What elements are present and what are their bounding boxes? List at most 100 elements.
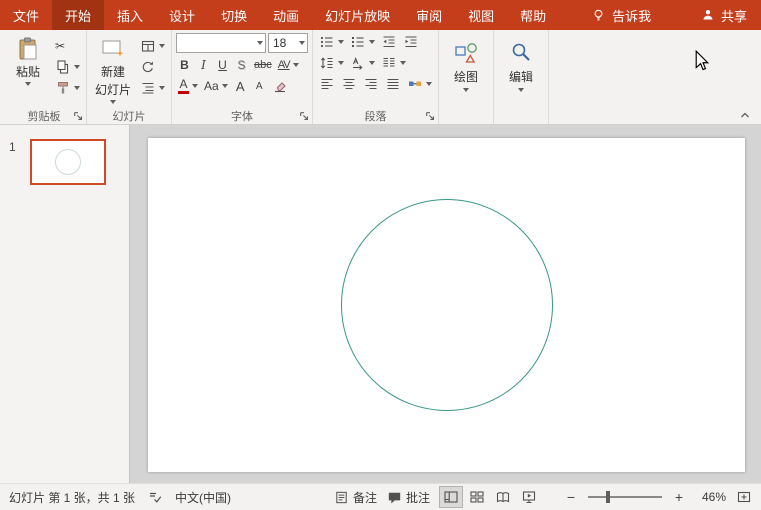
font-color-button[interactable]: A — [176, 77, 200, 95]
chevron-down-icon — [299, 41, 305, 45]
drawing-group: 绘图 — [439, 30, 494, 124]
format-painter-icon — [58, 81, 68, 93]
line-spacing-button[interactable] — [317, 54, 346, 72]
tab-slideshow[interactable]: 幻灯片放映 — [312, 0, 403, 30]
slide-sorter-view-button[interactable] — [466, 487, 488, 507]
tell-me-button[interactable]: 告诉我 — [581, 0, 661, 30]
scissors-icon: ✂ — [55, 38, 66, 53]
tab-label: 动画 — [273, 8, 300, 24]
font-name-combobox[interactable] — [176, 33, 266, 53]
tab-home[interactable]: 开始 — [52, 0, 105, 30]
tab-view[interactable]: 视图 — [455, 0, 507, 30]
font-color-label: A — [179, 76, 188, 91]
normal-view-button[interactable] — [439, 486, 463, 508]
status-bar-right: 备注 批注 − + 46% — [334, 486, 752, 508]
fit-to-window-icon[interactable] — [736, 489, 752, 505]
text-direction-button[interactable] — [348, 54, 377, 72]
decrease-indent-button[interactable] — [379, 33, 399, 51]
strikethrough-button[interactable]: abc — [252, 56, 274, 74]
decrease-font-size-button[interactable]: A — [251, 77, 268, 95]
font-dialog-launcher[interactable] — [299, 111, 310, 122]
underline-label: U — [218, 58, 227, 72]
clipboard-dialog-launcher[interactable] — [73, 111, 84, 122]
notes-button[interactable]: 备注 — [334, 489, 377, 506]
tab-transitions[interactable]: 切换 — [208, 0, 260, 30]
clear-formatting-button[interactable] — [270, 77, 290, 95]
plus-icon: + — [674, 489, 684, 505]
zoom-percentage[interactable]: 46% — [696, 490, 726, 504]
paragraph-dialog-launcher[interactable] — [425, 111, 436, 122]
underline-button[interactable]: U — [214, 56, 231, 74]
format-painter-button[interactable] — [53, 79, 82, 96]
minus-icon: − — [566, 489, 576, 505]
new-slide-icon — [102, 40, 124, 57]
italic-button[interactable]: I — [195, 56, 212, 74]
section-button[interactable] — [138, 79, 167, 96]
change-case-label: Aa — [204, 79, 219, 93]
paragraph-row-2 — [317, 54, 434, 72]
tab-insert[interactable]: 插入 — [104, 0, 156, 30]
tab-help[interactable]: 帮助 — [507, 0, 559, 30]
normal-view-icon — [444, 491, 458, 503]
tab-animations[interactable]: 动画 — [260, 0, 312, 30]
text-shadow-button[interactable]: S — [233, 56, 250, 74]
font-size-combobox[interactable]: 18 — [268, 33, 308, 53]
change-case-button[interactable]: Aa — [202, 77, 230, 95]
convert-smartart-button[interactable] — [405, 75, 434, 93]
increase-indent-button[interactable] — [401, 33, 421, 51]
reading-view-button[interactable] — [492, 487, 514, 507]
slideshow-icon — [522, 491, 536, 504]
slide-1-thumbnail[interactable] — [30, 139, 106, 185]
comments-button[interactable]: 批注 — [387, 489, 430, 506]
new-slide-button[interactable]: 新建 幻灯片 — [91, 33, 135, 104]
tab-design[interactable]: 设计 — [156, 0, 208, 30]
slide-editor-area — [130, 125, 761, 483]
increase-font-label: A — [235, 78, 245, 94]
new-slide-label-line1: 新建 — [100, 65, 125, 79]
paste-button[interactable]: 粘贴 — [6, 33, 50, 86]
status-bar: 幻灯片 第 1 张，共 1 张 中文(中国) 备注 批注 − + 46% — [0, 483, 761, 510]
increase-font-size-button[interactable]: A — [232, 77, 249, 95]
justify-button[interactable] — [383, 75, 403, 93]
reset-slide-button[interactable] — [138, 58, 167, 75]
font-color-icon: A — [178, 76, 189, 94]
language-status[interactable]: 中文(中国) — [175, 489, 231, 506]
circle-shape[interactable] — [340, 199, 553, 411]
numbering-button[interactable] — [348, 33, 377, 51]
slideshow-view-button[interactable] — [518, 487, 540, 507]
workspace: 1 — [0, 125, 761, 483]
tab-file[interactable]: 文件 — [0, 0, 52, 30]
spellcheck-icon[interactable] — [147, 489, 163, 505]
editing-button[interactable]: 编辑 — [498, 33, 544, 105]
align-right-button[interactable] — [361, 75, 381, 93]
drawing-button[interactable]: 绘图 — [443, 33, 489, 105]
paragraph-group-label: 段落 — [364, 110, 387, 123]
zoom-slider-thumb[interactable] — [605, 491, 610, 503]
slide-thumbnail-item-1[interactable]: 1 — [0, 139, 129, 185]
align-center-button[interactable] — [339, 75, 359, 93]
tab-review[interactable]: 审阅 — [403, 0, 455, 30]
align-left-icon — [321, 78, 333, 90]
bullets-button[interactable] — [317, 33, 346, 51]
eraser-icon — [274, 82, 286, 93]
cut-button[interactable]: ✂ — [53, 37, 82, 54]
clipboard-group-body: 粘贴 ✂ — [6, 33, 82, 107]
character-spacing-button[interactable]: AV — [276, 56, 301, 74]
share-button[interactable]: 共享 — [687, 0, 761, 30]
slides-group-label: 幻灯片 — [112, 110, 146, 123]
bold-label: B — [180, 58, 189, 72]
zoom-in-button[interactable]: + — [672, 489, 686, 505]
notes-label: 备注 — [352, 490, 377, 505]
copy-button[interactable] — [53, 58, 82, 75]
collapse-ribbon-button[interactable] — [739, 110, 751, 120]
columns-button[interactable] — [379, 54, 408, 72]
bold-button[interactable]: B — [176, 56, 193, 74]
zoom-slider[interactable] — [588, 490, 662, 504]
character-spacing-label: AV — [277, 59, 291, 71]
slide-layout-button[interactable] — [138, 37, 167, 54]
tab-label: 帮助 — [520, 8, 547, 24]
zoom-out-button[interactable]: − — [564, 489, 578, 505]
slide-canvas[interactable] — [148, 138, 745, 472]
decrease-indent-icon — [383, 36, 395, 48]
align-left-button[interactable] — [317, 75, 337, 93]
